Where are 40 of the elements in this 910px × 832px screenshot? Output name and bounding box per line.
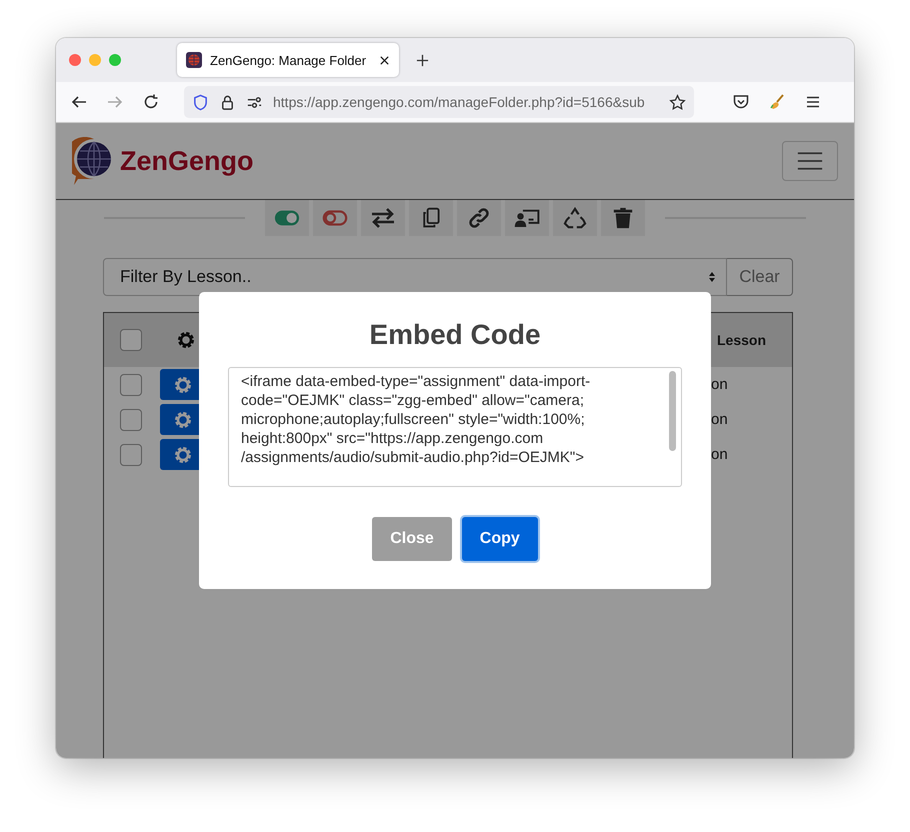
row-checkbox[interactable] (120, 374, 142, 396)
toggle-on-icon[interactable] (265, 200, 309, 236)
settings-icon (176, 330, 196, 350)
copy-button[interactable]: Copy (462, 517, 538, 561)
settings-icon (173, 444, 193, 464)
row-checkbox[interactable] (120, 444, 142, 466)
link-icon[interactable] (457, 200, 501, 236)
code-field[interactable]: <iframe data-embed-type="assignment" data-import-code="OEJMK" class="zgg-embed" allow="camera; microphone;autoplay;fullscreen" style="width:100%; height:800px" src="https://app.zengengo.com /assignments/audio/submit-audio.php?id=OEJMK"> (228, 367, 682, 487)
select-all-checkbox[interactable] (120, 329, 142, 351)
table-cell-text: on (711, 446, 729, 463)
presenter-icon[interactable] (505, 200, 549, 236)
globe-icon (186, 52, 202, 68)
copy-icon[interactable] (409, 200, 453, 236)
menu-button[interactable] (782, 141, 838, 181)
swap-arrows-icon[interactable] (361, 200, 405, 236)
scrollbar[interactable] (669, 371, 676, 451)
row-checkbox[interactable] (120, 408, 142, 430)
shield-icon (192, 94, 209, 110)
settings-icon (173, 374, 193, 394)
logo-text[interactable]: ZenGengo (120, 146, 254, 176)
table-cell-text: on (711, 376, 729, 393)
settings-icon (173, 410, 193, 430)
close-icon[interactable] (379, 54, 390, 66)
reload-icon[interactable] (142, 93, 160, 111)
lock-icon (219, 94, 236, 110)
trash-icon[interactable] (601, 200, 645, 236)
broom-icon[interactable] (768, 93, 786, 111)
plus-icon[interactable] (416, 54, 429, 66)
pocket-icon[interactable] (732, 93, 750, 111)
sort-caret-icon (708, 271, 716, 283)
table-cell-text: on (711, 411, 729, 428)
menu-icon (797, 151, 823, 171)
dialog-title: Embed Code (369, 319, 541, 351)
address-bar[interactable]: https://app.zengengo.com/manageFolder.php?id=5166&sub (184, 86, 694, 118)
browser-tab[interactable]: ZenGengo: Manage Folder (177, 43, 399, 77)
clear-button[interactable]: Clear (727, 258, 793, 296)
star-icon[interactable] (669, 94, 686, 110)
close-window-icon[interactable] (69, 54, 81, 66)
toggle-off-icon[interactable] (313, 200, 357, 236)
column-header: Lesson (716, 332, 768, 348)
